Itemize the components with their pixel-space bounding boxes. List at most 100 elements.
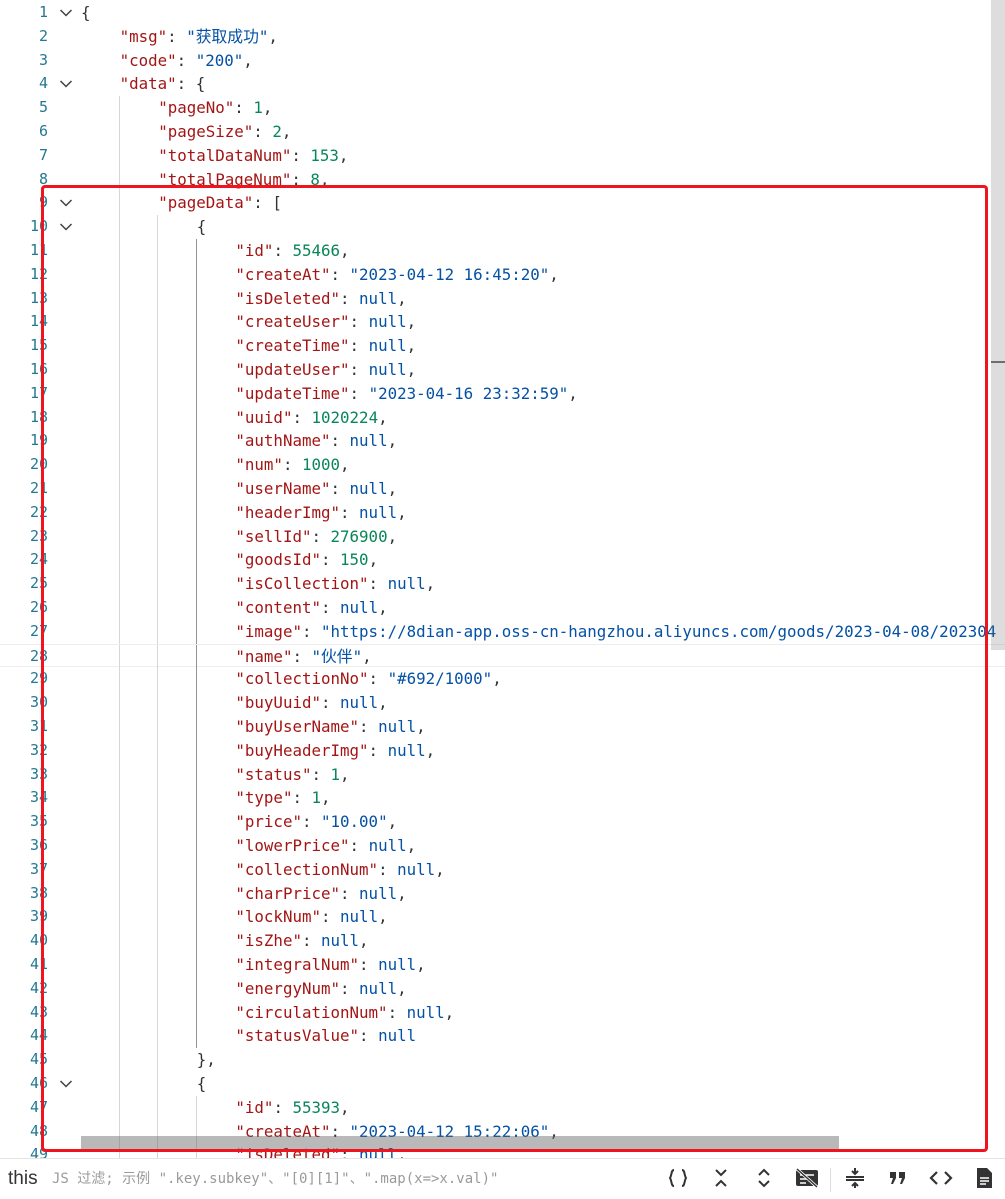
code-line[interactable]: 37 "collectionNum": null,	[0, 857, 1005, 882]
js-filter-input[interactable]	[52, 1164, 612, 1194]
code-text: "isCollection": null,	[235, 574, 436, 594]
code-line[interactable]: 28 "name": "伙伴",	[0, 643, 1005, 669]
code-line[interactable]: 34 "type": 1,	[0, 786, 1005, 811]
indent-guide	[157, 381, 159, 406]
code-line[interactable]: 21 "userName": null,	[0, 477, 1005, 501]
code-line[interactable]: 23 "sellId": 276900,	[0, 524, 1005, 549]
code-line[interactable]: 29 "collectionNo": "#692/1000",	[0, 667, 1005, 692]
code-line[interactable]: 45},	[0, 1048, 1005, 1072]
line-number: 8	[38, 169, 48, 188]
fold-chevron-icon[interactable]	[58, 72, 74, 96]
line-number: 43	[29, 1002, 48, 1021]
code-line[interactable]: 5 "pageNo": 1,	[0, 96, 1005, 120]
code-line[interactable]: 41 "integralNum": null,	[0, 953, 1005, 977]
code-line[interactable]: 30 "buyUuid": null,	[0, 691, 1005, 715]
fold-chevron-icon[interactable]	[58, 1, 74, 25]
code-line[interactable]: 22 "headerImg": null,	[0, 500, 1005, 525]
code-line[interactable]: 1{	[0, 1, 1005, 25]
indent-guide	[118, 310, 120, 335]
code-line[interactable]: 9 "pageData": [	[0, 191, 1005, 216]
code-line[interactable]: 35 "price": "10.00",	[0, 810, 1005, 834]
code-line[interactable]: 31 "buyUserName": null,	[0, 715, 1005, 739]
code-line[interactable]: 32 "buyHeaderImg": null,	[0, 738, 1005, 763]
code-line[interactable]: 19 "authName": null,	[0, 429, 1005, 454]
indent-guide	[195, 976, 197, 1001]
code-line[interactable]: 39 "lockNum": null,	[0, 905, 1005, 930]
code-line[interactable]: 42 "energyNum": null,	[0, 976, 1005, 1001]
code-line[interactable]: 25 "isCollection": null,	[0, 572, 1005, 596]
indent-guide	[195, 1095, 197, 1120]
indent-guide	[118, 1095, 120, 1120]
fold-chevron-icon[interactable]	[58, 215, 74, 239]
code-line[interactable]: 16 "updateUser": null,	[0, 358, 1005, 382]
code-line[interactable]: 17 "updateTime": "2023-04-16 23:32:59",	[0, 381, 1005, 406]
escape-quotes-button[interactable]	[876, 1159, 919, 1199]
code-line[interactable]: 15 "createTime": null,	[0, 334, 1005, 358]
code-line[interactable]: 44 "statusValue": null	[0, 1024, 1005, 1049]
code-line[interactable]: 46 {	[0, 1072, 1005, 1096]
indent-guide	[118, 334, 120, 358]
bottom-bar: this	[0, 1158, 1005, 1199]
indent-guide	[157, 715, 159, 739]
code-line[interactable]: 13 "isDeleted": null,	[0, 286, 1005, 311]
code-line[interactable]: 38 "charPrice": null,	[0, 881, 1005, 906]
escape-quotes-icon	[887, 1168, 909, 1192]
code-line[interactable]: 12 "createAt": "2023-04-12 16:45:20",	[0, 262, 1005, 287]
line-number: 18	[29, 407, 48, 426]
code-text: "pageNo": 1,	[158, 98, 273, 118]
code-text: "totalDataNum": 153,	[158, 145, 349, 165]
code-line[interactable]: 20 "num": 1000,	[0, 453, 1005, 477]
code-line[interactable]: 27 "image": "https://8dian-app.oss-cn-han…	[0, 619, 1005, 644]
indent-guide	[118, 191, 120, 216]
line-number: 33	[29, 764, 48, 783]
indent-guide	[157, 762, 159, 787]
indent-guide	[195, 762, 197, 787]
code-text: "updateTime": "2023-04-16 23:32:59",	[235, 383, 578, 403]
code-text: "charPrice": null,	[235, 883, 407, 903]
indent-guide	[195, 477, 197, 501]
line-number: 38	[29, 883, 48, 902]
vertical-scrollbar-thumb[interactable]	[991, 0, 1005, 650]
minify-button[interactable]	[833, 1159, 876, 1199]
indent-guide	[118, 548, 120, 573]
toggle-word-wrap-button[interactable]	[785, 1159, 828, 1199]
line-number: 19	[29, 431, 48, 450]
fold-chevron-icon[interactable]	[58, 191, 74, 215]
indent-guide	[118, 976, 120, 1001]
code-line[interactable]: 40 "isZhe": null,	[0, 929, 1005, 953]
line-number: 27	[29, 621, 48, 640]
code-line[interactable]: 43 "circulationNum": null,	[0, 1000, 1005, 1025]
collapse-all-button[interactable]	[699, 1159, 742, 1199]
horizontal-scrollbar-thumb[interactable]	[81, 1136, 839, 1150]
indent-guide	[195, 405, 197, 430]
code-line[interactable]: 33 "status": 1,	[0, 762, 1005, 787]
code-line[interactable]: 7 "totalDataNum": 153,	[0, 143, 1005, 168]
indent-guide	[195, 881, 197, 906]
code-text: "id": 55466,	[235, 241, 350, 260]
code-line[interactable]: 6 "pageSize": 2,	[0, 120, 1005, 144]
expand-all-button[interactable]	[742, 1159, 785, 1199]
code-line[interactable]: 36 "lowerPrice": null,	[0, 834, 1005, 858]
indent-guide	[157, 453, 159, 477]
code-line[interactable]: 18 "uuid": 1020224,	[0, 405, 1005, 430]
code-line[interactable]: 3 "code": "200",	[0, 49, 1005, 73]
vertical-scrollbar[interactable]	[991, 0, 1005, 1160]
format-braces-button[interactable]	[656, 1159, 699, 1199]
code-line[interactable]: 10 {	[0, 215, 1005, 239]
indent-guide	[195, 572, 197, 596]
fold-chevron-icon[interactable]	[58, 1072, 74, 1096]
save-document-button[interactable]	[962, 1159, 1005, 1199]
collapse-all-icon	[712, 1168, 730, 1192]
code-line[interactable]: 2 "msg": "获取成功",	[0, 25, 1005, 49]
indent-guide	[118, 572, 120, 596]
code-line[interactable]: 14 "createUser": null,	[0, 310, 1005, 335]
code-line[interactable]: 47 "id": 55393,	[0, 1095, 1005, 1120]
code-line[interactable]: 11 "id": 55466,	[0, 239, 1005, 263]
json-editor[interactable]: 1{2 "msg": "获取成功", 3 "code": "200", 4 "data":…	[0, 0, 1005, 1160]
code-line[interactable]: 24 "goodsId": 150,	[0, 548, 1005, 573]
view-source-button[interactable]	[919, 1159, 962, 1199]
code-line[interactable]: 4 "data": {	[0, 72, 1005, 96]
code-line[interactable]: 8 "totalPageNum": 8,	[0, 167, 1005, 192]
code-line[interactable]: 26 "content": null,	[0, 596, 1005, 620]
indent-guide	[195, 429, 197, 454]
